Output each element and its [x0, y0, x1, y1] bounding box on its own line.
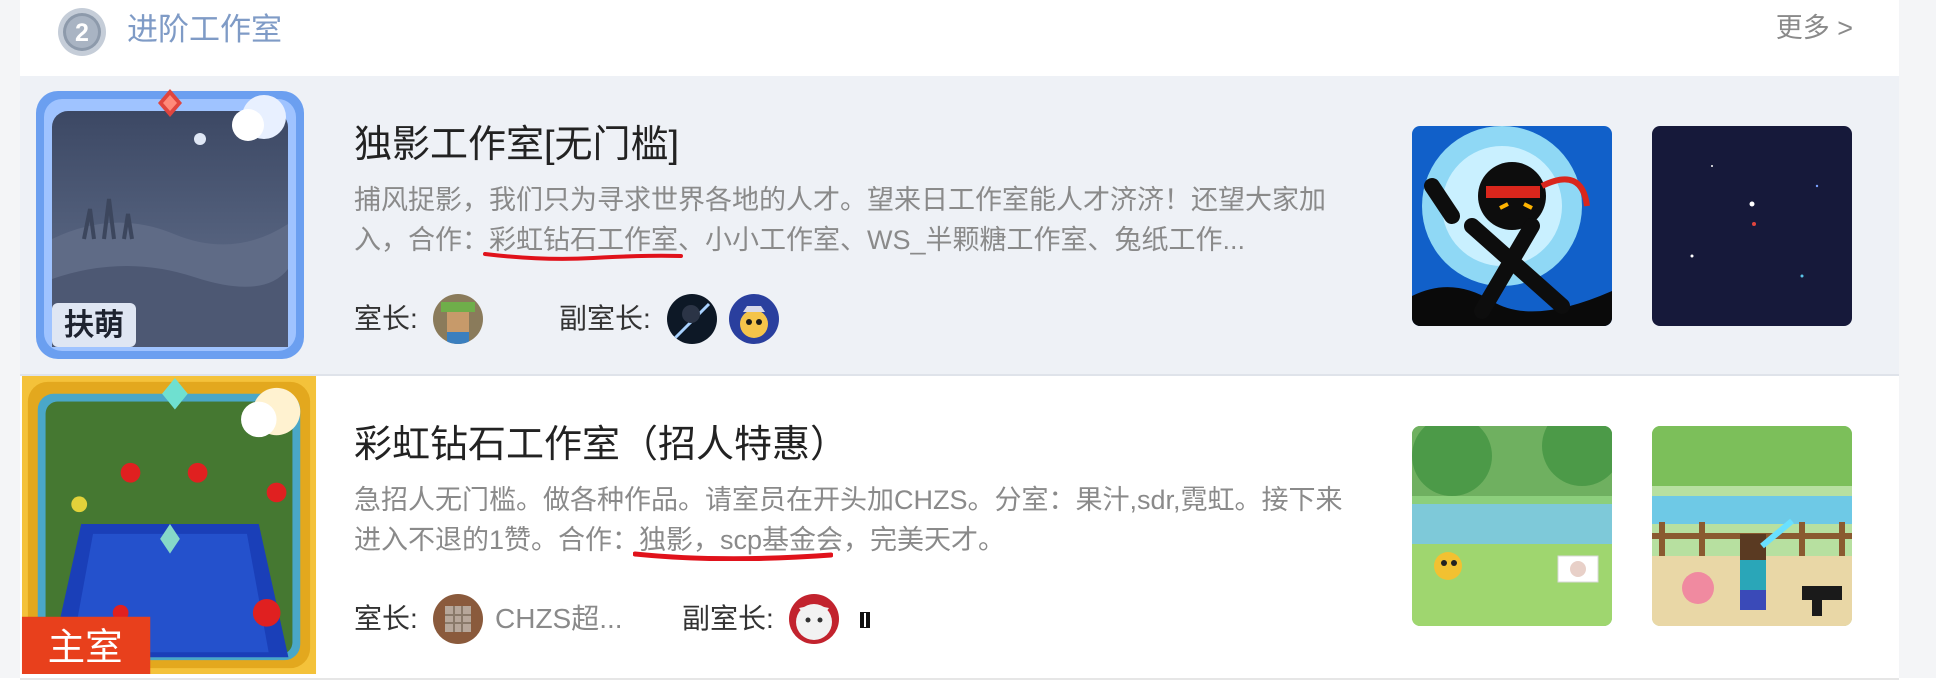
studio-work-thumbnail[interactable] — [1652, 426, 1852, 626]
studio-cover-image[interactable]: 主室 — [20, 376, 318, 674]
vice-owner-avatar[interactable] — [729, 294, 779, 344]
studio-description: 急招人无门槛。做各种作品。请室员在开头加CHZS。分室：果汁,sdr,霓虹。接下… — [354, 480, 1350, 561]
owner-label: 室长: — [354, 303, 418, 334]
rank-2-badge-icon: 2 — [58, 8, 106, 56]
vice-owner-label: 副室长: — [682, 603, 774, 634]
owner-name[interactable]: CHZS超... — [495, 594, 623, 644]
more-link[interactable]: 更多 > — [1776, 6, 1853, 50]
vice-owner-avatar[interactable] — [667, 294, 717, 344]
red-underline-annotation — [633, 551, 834, 561]
studio-row[interactable]: 主室 彩虹钻石工作室（招人特惠） 急招人无门槛。做各种作品。请室员在开头加CHZ… — [20, 376, 1899, 680]
vice-owner-label: 副室长: — [559, 303, 651, 334]
studio-row[interactable]: 扶萌 独影工作室[无门槛] 捕风捉影，我们只为寻求世界各地的人才。望来日工作室能… — [20, 76, 1899, 376]
studio-work-thumbnail[interactable] — [1412, 126, 1612, 326]
owner-avatar[interactable] — [433, 594, 483, 644]
section-title: 进阶工作室 — [127, 12, 282, 47]
studio-work-thumbnail[interactable] — [1652, 126, 1852, 326]
studio-description: 捕风捉影，我们只为寻求世界各地的人才。望来日工作室能人才济济！还望大家加入，合作… — [354, 180, 1350, 261]
partner-link[interactable]: 独影 — [633, 525, 834, 561]
owner-label: 室长: — [354, 603, 418, 634]
svg-text:主室: 主室 — [48, 625, 123, 669]
owner-avatar[interactable] — [433, 294, 483, 344]
studio-cover-image[interactable]: 扶萌 — [34, 89, 306, 361]
page-left-margin — [0, 0, 20, 678]
section-header: 2 进阶工作室 更多 > — [20, 0, 1899, 74]
page-right-margin — [1899, 0, 1936, 678]
studio-name[interactable]: 独影工作室[无门槛] — [354, 120, 679, 170]
studio-work-thumbnail[interactable] — [1412, 426, 1612, 626]
studio-name[interactable]: 彩虹钻石工作室（招人特惠） — [354, 420, 848, 470]
red-underline-annotation — [483, 252, 683, 261]
vice-owner-avatar[interactable] — [789, 594, 839, 644]
description-text: 、小小工作室、WS_半颗糖工作室、兔纸工作... — [678, 225, 1246, 255]
svg-text:扶萌: 扶萌 — [64, 308, 124, 343]
studio-list-panel: 2 进阶工作室 更多 > 扶萌 独影工作室[无门槛] 捕风捉影，我们只为寻求世界… — [20, 0, 1899, 680]
pause-icon — [860, 612, 870, 628]
partner-link[interactable]: 彩虹钻石工作室 — [483, 225, 683, 261]
svg-text:2: 2 — [75, 19, 89, 47]
